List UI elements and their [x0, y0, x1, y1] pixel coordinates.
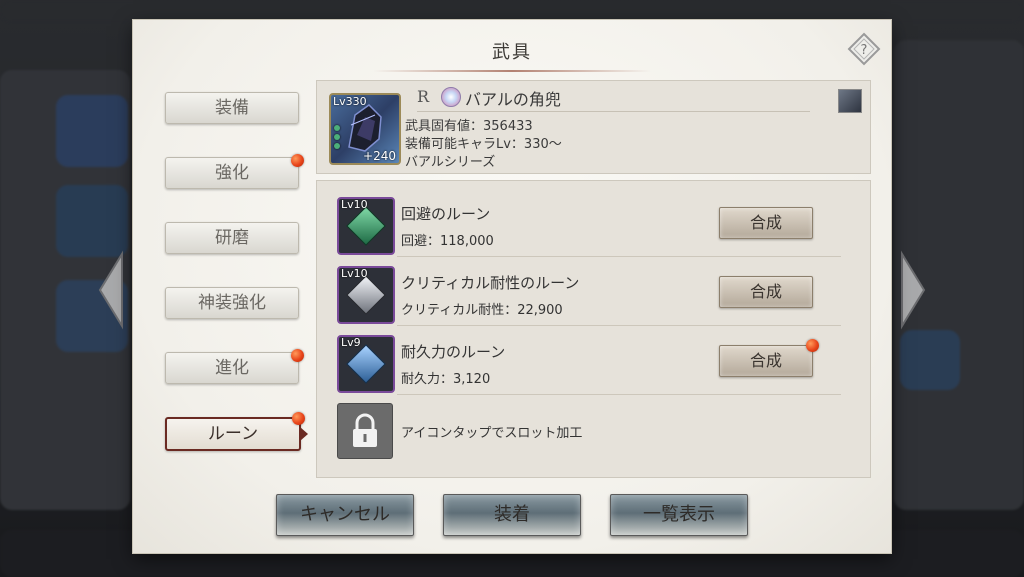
weapon-gem-slots	[334, 125, 340, 152]
rune-name: 回避のルーン	[401, 205, 491, 223]
tab-equip[interactable]: 装備	[165, 92, 299, 124]
equip-button[interactable]: 装着	[443, 494, 581, 536]
weapon-rarity: R	[417, 87, 430, 106]
rune-gem	[346, 206, 386, 246]
rune-stat: クリティカル耐性：22,900	[401, 303, 563, 318]
notification-badge	[291, 349, 304, 362]
rune-slot-row: Lv9 耐久力のルーン 耐久力：3,120 合成	[337, 327, 841, 395]
weapon-divider	[417, 111, 810, 112]
series-emblem-icon	[441, 87, 461, 107]
rune-gem	[346, 344, 386, 384]
tab-equip-label: 装備	[215, 98, 249, 118]
evasion-rune-icon[interactable]: Lv10	[337, 197, 395, 255]
synthesize-button[interactable]: 合成	[719, 207, 813, 239]
svg-text:?: ?	[861, 43, 868, 58]
tab-divine-enhance[interactable]: 神装強化	[165, 287, 299, 319]
rune-stat: 回避：118,000	[401, 234, 494, 249]
rune-level: Lv10	[341, 267, 368, 280]
rune-level: Lv9	[341, 336, 361, 349]
weapon-dialog: 武具 ? 装備 強化 研磨 神装強化 進化 ルーン Lv330 +240 R バ…	[133, 20, 891, 553]
row-divider	[397, 325, 841, 326]
synthesize-button[interactable]: 合成	[719, 276, 813, 308]
title-divider	[373, 70, 651, 72]
locked-slot-button[interactable]	[337, 403, 393, 459]
rune-level: Lv10	[341, 198, 368, 211]
weapon-plus-value: +240	[363, 149, 396, 163]
lock-icon	[353, 413, 377, 447]
rune-stat: 耐久力：3,120	[401, 372, 491, 387]
rune-gem	[346, 275, 386, 315]
weapon-info-card: Lv330 +240 R バアルの角兜 武具固有値：356433 装備可能キャラ…	[316, 80, 871, 174]
tab-rune-label: ルーン	[207, 424, 259, 444]
rune-slot-row: Lv10 クリティカル耐性のルーン クリティカル耐性：22,900 合成	[337, 258, 841, 326]
weapon-name: バアルの角兜	[465, 90, 561, 109]
cancel-button[interactable]: キャンセル	[276, 494, 414, 536]
tab-enhance-label: 強化	[215, 163, 249, 183]
previous-arrow-icon[interactable]	[98, 250, 124, 330]
weapon-level-requirement: 装備可能キャラLv：330～	[405, 137, 562, 152]
tab-rune[interactable]: ルーン	[165, 412, 308, 451]
row-divider	[397, 394, 841, 395]
active-tab-pointer-icon	[300, 427, 308, 441]
tab-divine-enhance-label: 神装強化	[198, 293, 266, 313]
help-diamond-icon: ?	[847, 32, 881, 66]
synthesize-button[interactable]: 合成	[719, 345, 813, 377]
rune-slot-panel: Lv10 回避のルーン 回避：118,000 合成 Lv10 クリティカル耐性の…	[316, 180, 871, 478]
list-view-button[interactable]: 一覧表示	[610, 494, 748, 536]
weapon-level: Lv330	[333, 95, 367, 108]
tab-polish[interactable]: 研磨	[165, 222, 299, 254]
tab-enhance[interactable]: 強化	[165, 154, 304, 189]
help-button[interactable]: ?	[847, 32, 881, 66]
weapon-helmet-icon[interactable]: Lv330 +240	[329, 93, 401, 165]
tab-polish-label: 研磨	[215, 228, 249, 248]
rune-slot-row: Lv10 回避のルーン 回避：118,000 合成	[337, 189, 841, 257]
notification-badge	[292, 412, 305, 425]
tab-evolve[interactable]: 進化	[165, 349, 304, 384]
tab-evolve-label: 進化	[215, 358, 249, 378]
rune-name: クリティカル耐性のルーン	[401, 274, 580, 292]
locked-slot-hint: アイコンタップでスロット加工	[401, 426, 583, 441]
dialog-title: 武具	[492, 42, 532, 63]
locked-slot-row: アイコンタップでスロット加工	[337, 399, 841, 467]
critical-resist-rune-icon[interactable]: Lv10	[337, 266, 395, 324]
rune-name: 耐久力のルーン	[401, 343, 506, 361]
notification-badge	[806, 339, 819, 352]
weapon-series: バアルシリーズ	[405, 155, 496, 170]
character-portrait-icon[interactable]	[838, 89, 862, 113]
next-arrow-icon[interactable]	[900, 250, 926, 330]
row-divider	[397, 256, 841, 257]
notification-badge	[291, 154, 304, 167]
durability-rune-icon[interactable]: Lv9	[337, 335, 395, 393]
weapon-stat-value: 武具固有値：356433	[405, 119, 533, 134]
